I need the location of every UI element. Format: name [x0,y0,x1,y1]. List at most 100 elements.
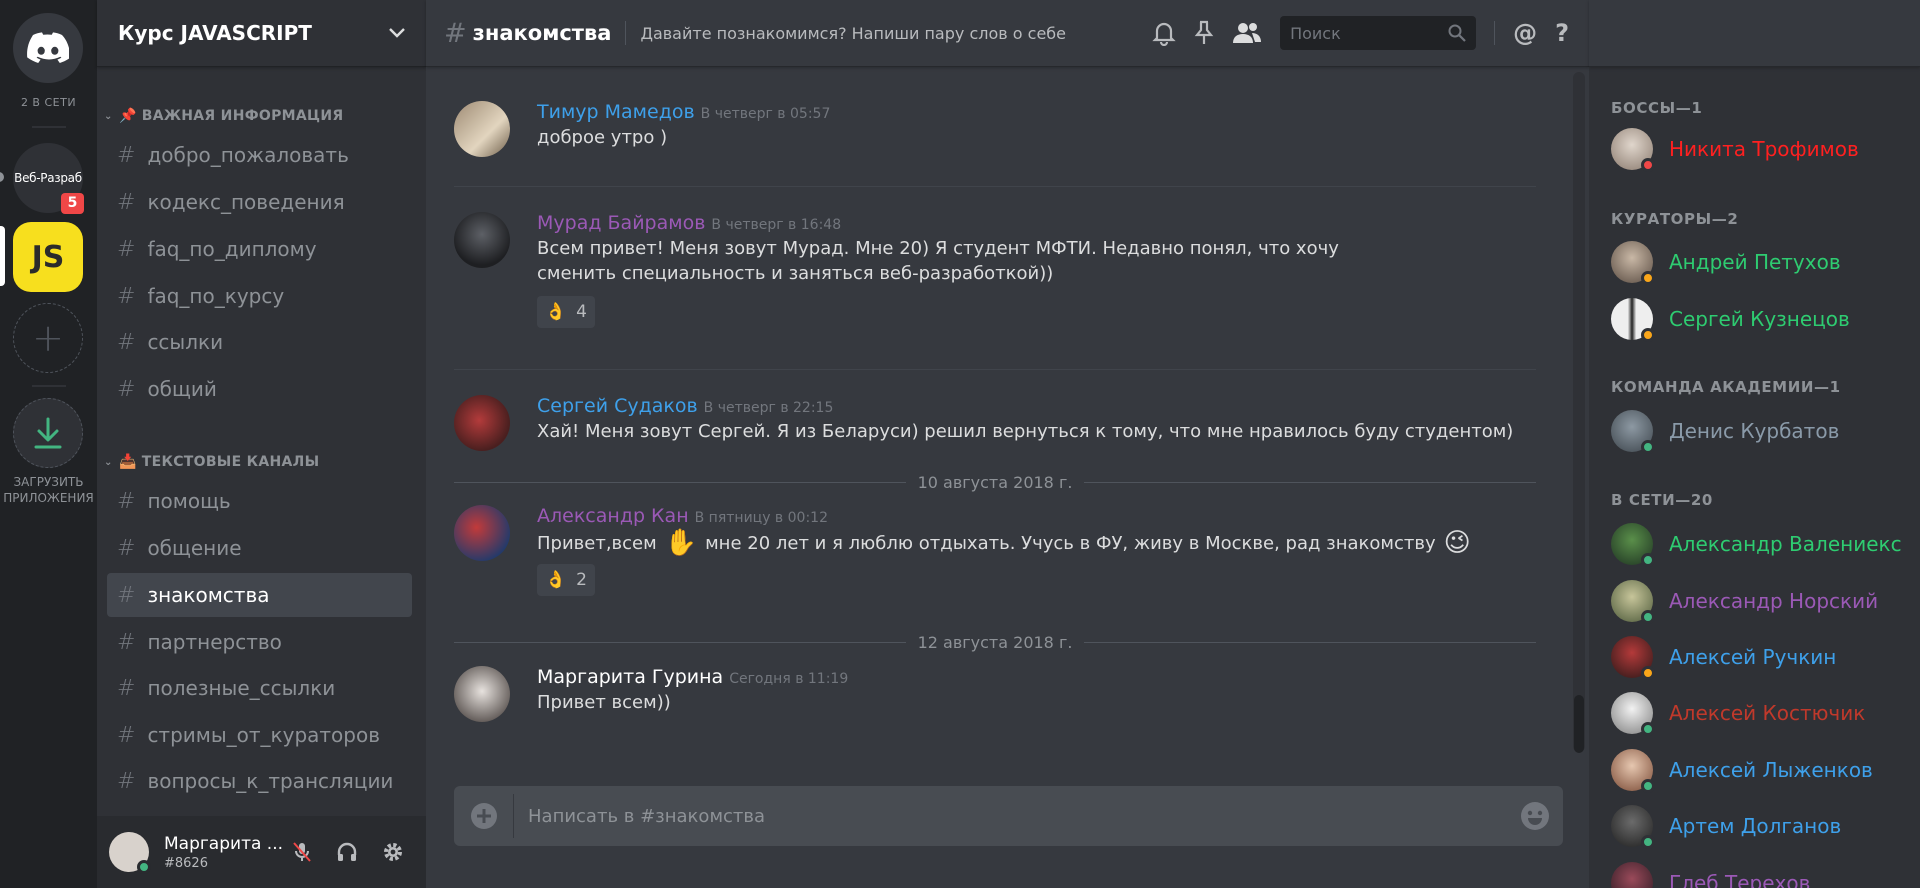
message-author[interactable]: Александр Кан [537,505,689,527]
status-online-icon [1641,610,1655,624]
message-author[interactable]: Сергей Судаков [537,395,698,417]
member-name: Глеб Терехов [1669,871,1811,888]
headphones-icon[interactable] [336,841,358,863]
category-important[interactable]: ⌄ 📌 ВАЖНАЯ ИНФОРМАЦИЯ [104,108,343,124]
member-item[interactable]: Артем Долганов [1611,804,1841,849]
guild-header[interactable]: Курс JAVASCRIPT [97,0,426,67]
channel-label: стримы_от_кураторов [147,723,381,747]
member-name: Денис Курбатов [1669,419,1840,443]
member-name: Алексей Костючик [1669,701,1866,725]
channel-introductions[interactable]: # знакомства [107,573,412,617]
emoji-icon [1521,802,1549,830]
channel-help[interactable]: # помощь [107,479,412,523]
member-item[interactable]: Александр Валениекс [1611,522,1902,567]
avatar[interactable] [454,395,510,451]
member-group-label: КУРАТОРЫ—2 [1611,210,1739,228]
server-web-dev-label: Веб-Разраб [14,171,82,185]
avatar[interactable] [454,505,510,561]
avatar [1611,580,1655,624]
channel-welcome[interactable]: # добро_пожаловать [107,133,412,177]
server-rail: 2 В СЕТИ Веб-Разраб 5 JS + ЗАГРУЗИТЬ ПРИ… [0,0,97,888]
channel-label: кодекс_поведения [147,190,345,214]
scrollbar-thumb[interactable] [1574,695,1584,753]
status-online-icon [1641,835,1655,849]
channel-partnership[interactable]: # партнерство [107,620,412,664]
channel-label: знакомства [147,583,270,607]
message-author[interactable]: Маргарита Гурина [537,666,723,688]
avatar[interactable] [454,666,510,722]
member-item[interactable]: Сергей Кузнецов [1611,297,1850,342]
member-list: БОССЫ—1 Никита Трофимов КУРАТОРЫ—2 Андре… [1589,0,1920,888]
message-divider [454,369,1536,370]
channel-label: общий [147,377,217,401]
members-icon[interactable] [1232,21,1262,45]
user-tag: #8626 [164,855,208,871]
message-timestamp: В четверг в 16:48 [711,217,842,233]
search-input[interactable]: Поиск [1280,16,1477,50]
channel-stream-questions[interactable]: # вопросы_к_трансляции [107,759,412,803]
home-button[interactable] [13,13,83,83]
member-item[interactable]: Алексей Костючик [1611,691,1866,736]
chevron-down-icon [389,28,405,38]
avatar[interactable] [454,101,510,157]
add-server-button[interactable]: + [13,303,83,373]
online-count: 2 В СЕТИ [20,96,77,109]
mentions-icon[interactable]: @ [1513,19,1537,47]
channel-topic: Давайте познакомимся? Напиши пару слов о… [640,23,1066,43]
date-separator: 10 августа 2018 г. [454,472,1537,492]
channel-general[interactable]: # общий [107,367,412,411]
channel-code-of-conduct[interactable]: # кодекс_поведения [107,180,412,224]
status-idle-icon [1641,328,1655,342]
category-text-channels[interactable]: ⌄ 📥 ТЕКСТОВЫЕ КАНАЛЫ [104,454,319,470]
search-placeholder: Поиск [1290,23,1341,43]
mention-badge: 5 [61,193,84,214]
member-item[interactable]: Никита Трофимов [1611,127,1859,172]
channel-faq-course[interactable]: # faq_по_курсу [107,274,412,318]
status-online-icon [137,860,151,874]
message-author[interactable]: Мурад Байрамов [537,212,705,234]
bell-icon[interactable] [1152,20,1176,46]
avatar[interactable] [109,832,151,874]
emoji-picker-button[interactable] [1507,801,1563,831]
server-js[interactable]: JS [13,222,83,292]
date-separator: 12 августа 2018 г. [454,632,1537,652]
member-item[interactable]: Александр Норский [1611,579,1878,624]
member-group-label: БОССЫ—1 [1611,99,1703,117]
avatar [1611,862,1653,888]
help-icon[interactable]: ? [1555,19,1569,47]
plus-icon: + [32,316,64,360]
member-item[interactable]: Денис Курбатов [1611,409,1840,454]
reaction-button[interactable]: 👌 4 [537,296,595,328]
avatar [1611,241,1655,285]
message-author[interactable]: Тимур Мамедов [537,101,695,123]
mic-muted-icon[interactable] [292,841,312,863]
member-item[interactable]: Глеб Терехов [1611,861,1810,888]
channel-faq-diploma[interactable]: # faq_по_диплому [107,227,412,271]
status-online-icon [1641,553,1655,567]
member-item[interactable]: Андрей Петухов [1611,240,1841,285]
channel-curator-streams[interactable]: # стримы_от_кураторов [107,713,412,757]
channel-label: полезные_ссылки [147,676,336,700]
member-item[interactable]: Алексей Ручкин [1611,635,1836,680]
channel-label: ссылки [147,330,224,354]
member-group-label: КОМАНДА АКАДЕМИИ—1 [1611,378,1841,396]
channel-chat[interactable]: # общение [107,526,412,570]
avatar [1611,298,1655,342]
reaction-button[interactable]: 👌 2 [537,564,595,596]
channel-useful-links[interactable]: # полезные_ссылки [107,666,412,710]
avatar[interactable] [454,212,510,268]
hash-icon: # [117,488,136,514]
pushpin-icon: 📌 [119,108,137,124]
scrollbar-track[interactable] [1573,72,1585,752]
download-apps-button[interactable] [13,398,83,468]
hash-icon: # [117,722,136,748]
discord-logo-icon [27,32,69,63]
pin-icon[interactable] [1194,20,1214,46]
gear-icon[interactable] [382,841,404,863]
hash-icon: # [117,142,136,168]
wink-icon: 😉 [1443,528,1471,558]
message-input[interactable] [514,805,1507,827]
channel-links[interactable]: # ссылки [107,320,412,364]
upload-button[interactable] [454,794,514,838]
member-item[interactable]: Алексей Лыженков [1611,748,1873,793]
